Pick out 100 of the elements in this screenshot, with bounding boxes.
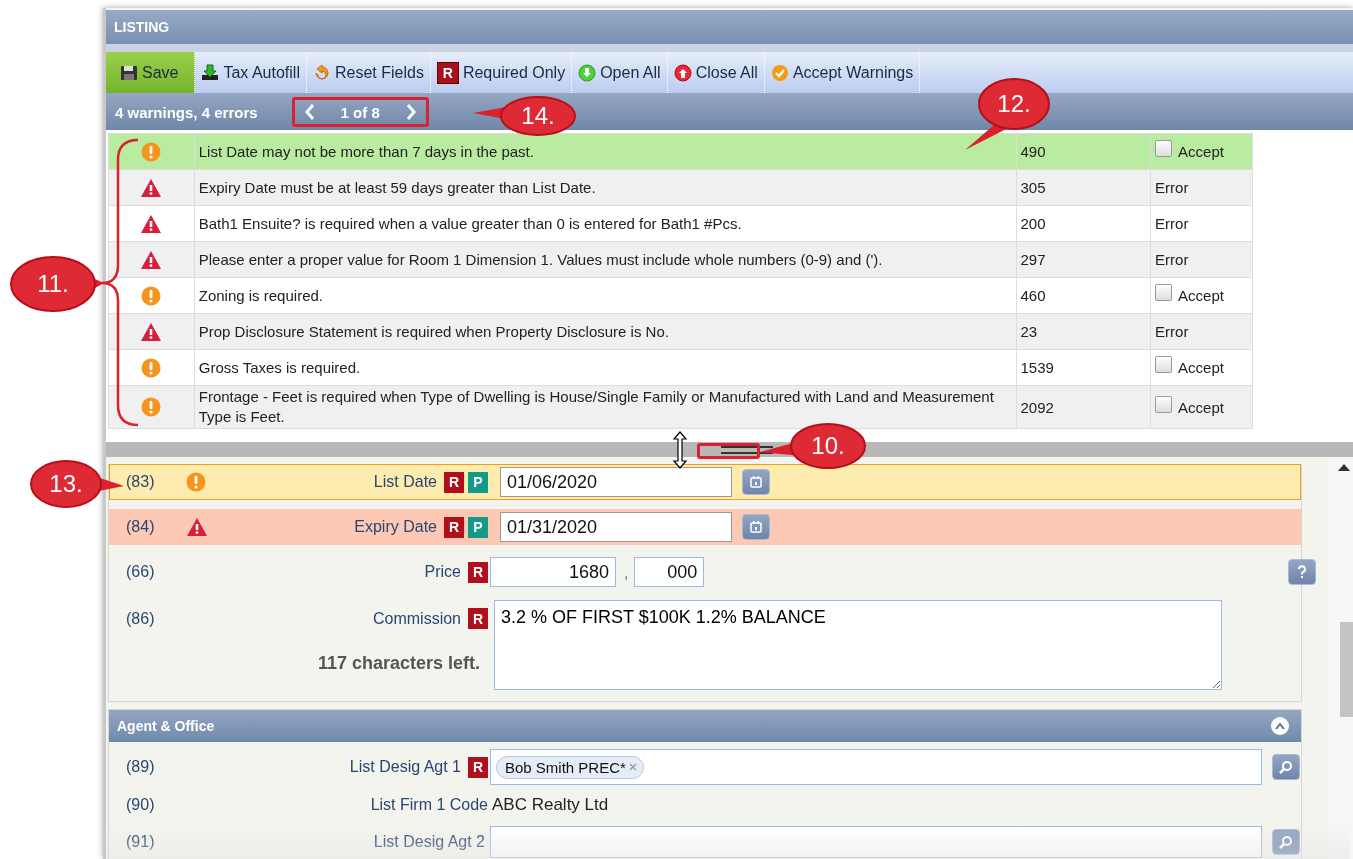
splitter-bar[interactable] — [106, 439, 1353, 457]
message-cell: Please enter a proper value for Room 1 Dimension 1. Values must include whole numbers (0-9) and ('). — [194, 241, 1016, 278]
date-field[interactable]: 01/06/2020 — [500, 467, 732, 497]
scroll-up-arrow-icon — [1338, 463, 1350, 471]
message-row[interactable]: Prop Disclosure Statement is required when Property Disclosure is No. 23 Error — [108, 313, 1253, 350]
section-title: Agent & Office — [117, 718, 215, 734]
agent-field[interactable]: Bob Smith PREC* — [490, 749, 1262, 785]
field-value: ABC Realty Ltd — [492, 795, 609, 815]
check-circle-icon — [770, 63, 789, 82]
scrollbar-thumb[interactable] — [1340, 622, 1353, 717]
message-row[interactable]: Please enter a proper value for Room 1 Dimension 1. Values must include whole numbers (0-9) and ('). 297 Error — [108, 241, 1253, 278]
toolbar-button[interactable]: Open All — [572, 52, 668, 93]
calendar-button[interactable] — [742, 469, 770, 495]
message-row[interactable]: Zoning is required. 460 Accept — [108, 277, 1253, 314]
field-label: List Date — [373, 473, 437, 491]
code-cell: 305 — [1016, 169, 1151, 206]
exclamation-circle-icon — [141, 357, 162, 378]
scrollbar[interactable] — [1328, 457, 1353, 859]
code-cell: 23 — [1016, 313, 1151, 350]
search-button[interactable] — [1272, 754, 1300, 780]
field-number: (91) — [125, 833, 156, 851]
collapse-button[interactable] — [1271, 717, 1289, 735]
field-number: (90) — [125, 796, 156, 814]
warning-triangle-icon — [140, 213, 163, 234]
message-row[interactable]: Expiry Date must be at least 59 days greater than List Date. 305 Error — [108, 169, 1253, 206]
checkbox[interactable] — [1155, 284, 1173, 301]
characters-left-text: 117 characters left. — [317, 653, 480, 674]
agent-tag[interactable]: Bob Smith PREC* — [496, 755, 644, 779]
search-icon — [1279, 835, 1293, 849]
warning-triangle-icon — [140, 249, 163, 270]
toolbar-button[interactable]: Reset Fields — [306, 52, 431, 93]
field-badge: R — [468, 561, 488, 583]
warning-triangle-icon — [140, 177, 163, 198]
date-field[interactable]: 01/31/2020 — [500, 512, 732, 542]
code-cell: 297 — [1016, 241, 1151, 278]
toolbar-button[interactable]: Accept Warnings — [764, 52, 921, 93]
status-text: Error — [1155, 251, 1189, 268]
message-cell: Prop Disclosure Statement is required when Property Disclosure is No. — [194, 313, 1016, 350]
message-cell: Gross Taxes is required. — [194, 349, 1016, 386]
toolbar-button[interactable]: Close All — [667, 52, 765, 93]
checkbox-label: Accept — [1178, 359, 1224, 376]
calendar-icon — [750, 476, 762, 488]
toolbar-button[interactable]: Tax Autofill — [195, 52, 307, 93]
toolbar-button[interactable]: R Required Only — [430, 52, 573, 93]
field-number: (86) — [125, 610, 156, 628]
status-text: Error — [1155, 323, 1189, 340]
exclamation-circle-icon — [141, 397, 162, 417]
commission-textarea[interactable]: 3.2 % OF FIRST $100K 1.2% BALANCE — [494, 600, 1222, 690]
message-row[interactable]: Bath1 Ensuite? is required when a value greater than 0 is entered for Bath1 #Pcs. 200 Error — [108, 205, 1253, 242]
field-badge: R — [444, 471, 464, 493]
message-row[interactable]: Frontage - Feet is required when Type of Dwelling is House/Single Family or Manufactured with Land and Measurement Type is Feet. 2092 Accept — [108, 385, 1253, 429]
checkbox[interactable] — [1155, 395, 1173, 413]
code-cell: 200 — [1016, 205, 1151, 242]
field-badge: R — [444, 516, 464, 538]
price-field[interactable]: 1680 — [490, 557, 616, 587]
field-badge: P — [468, 471, 488, 493]
code-cell: 1539 — [1016, 349, 1151, 386]
separator-text: , — [624, 563, 629, 581]
code-cell: 460 — [1016, 277, 1151, 314]
message-cell: Zoning is required. — [194, 277, 1016, 314]
field-label: List Desig Agt 1 — [349, 758, 461, 776]
field-label: Commission — [373, 609, 461, 628]
search-button[interactable] — [1272, 829, 1300, 855]
code-cell: 2092 — [1016, 385, 1151, 429]
field-label: Expiry Date — [354, 518, 437, 536]
message-cell: Frontage - Feet is required when Type of Dwelling is House/Single Family or Manufactured with Land and Measurement Type is Feet. — [194, 385, 1016, 429]
window-title: LISTING — [106, 10, 1353, 44]
field-badge: P — [468, 516, 488, 538]
checkbox[interactable] — [1155, 140, 1173, 157]
checkbox-label: Accept — [1178, 143, 1224, 160]
message-cell: Expiry Date must be at least 59 days greater than List Date. — [194, 169, 1016, 206]
help-button[interactable] — [1288, 559, 1316, 585]
toolbar-button[interactable]: Save — [106, 52, 196, 93]
message-row[interactable]: Gross Taxes is required. 1539 Accept — [108, 349, 1253, 386]
field-label: List Firm 1 Code — [370, 796, 488, 814]
field-label: Price — [424, 563, 461, 581]
question-mark-icon — [1297, 565, 1307, 579]
field-badge: R — [468, 756, 488, 778]
highlight-frame — [697, 443, 760, 459]
remove-icon — [628, 763, 637, 771]
field-number: (66) — [125, 563, 156, 581]
checkbox-label: Accept — [1178, 287, 1224, 304]
field-number: (84) — [125, 518, 156, 536]
chevron-left-icon — [304, 104, 315, 120]
cents-field[interactable]: 000 — [634, 557, 705, 587]
checkbox-label: Accept — [1178, 398, 1224, 416]
curved-arrow-icon — [312, 63, 331, 82]
field-badge: R — [468, 608, 488, 629]
field-label: List Desig Agt 2 — [373, 833, 485, 851]
field-number: (83) — [125, 473, 156, 491]
splitter-handle[interactable] — [721, 445, 773, 454]
exclamation-circle-icon — [141, 141, 162, 162]
summary-text: 4 warnings, 4 errors — [115, 103, 258, 121]
agent-field[interactable] — [490, 826, 1262, 858]
field-number: (89) — [125, 758, 156, 776]
chevron-up-icon — [1275, 722, 1285, 730]
checkbox[interactable] — [1155, 356, 1173, 373]
calendar-button[interactable] — [742, 514, 770, 540]
page-indicator: 1 of 8 — [340, 103, 380, 121]
message-cell: Bath1 Ensuite? is required when a value greater than 0 is entered for Bath1 #Pcs. — [194, 205, 1016, 242]
